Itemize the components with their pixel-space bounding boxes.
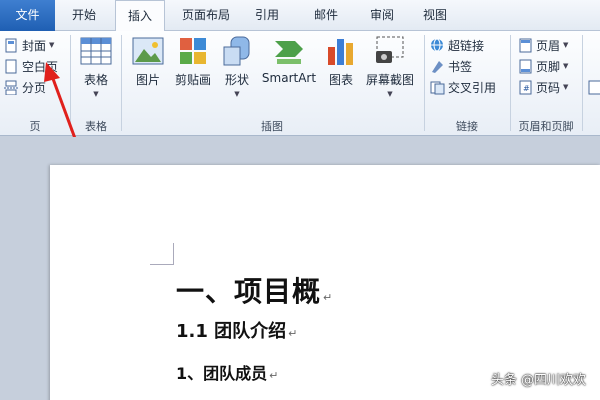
heading-1-text: 一、项目概 (176, 275, 322, 308)
heading-1[interactable]: 一、项目概 ↵ (176, 270, 333, 310)
heading-2-text: 1.1 团队介绍 (176, 321, 287, 342)
margin-corner-mark (150, 243, 174, 265)
watermark: 头条 @四川欢欢 (490, 373, 586, 388)
heading-2[interactable]: 1.1 团队介绍 ↵ (176, 317, 297, 343)
heading-3[interactable]: 1、团队成员 ↵ (176, 360, 278, 384)
paragraph-mark-icon: ↵ (269, 369, 279, 382)
paragraph-mark-icon: ↵ (288, 327, 298, 340)
paragraph-mark-icon: ↵ (323, 291, 334, 304)
document-canvas: 一、项目概 ↵ 1.1 团队介绍 ↵ 1、团队成员 ↵ (0, 137, 600, 400)
heading-3-text: 1、团队成员 (176, 364, 268, 383)
document-page[interactable]: 一、项目概 ↵ 1.1 团队介绍 ↵ 1、团队成员 ↵ (50, 165, 600, 400)
